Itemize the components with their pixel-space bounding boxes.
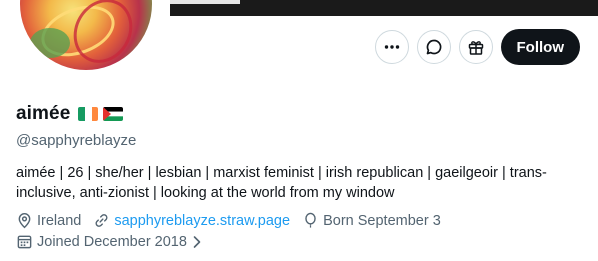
profile-bio: aimée | 26 | she/her | lesbian | marxist… [16,165,547,201]
name-row: aimée [16,103,124,125]
profile-meta-row-1: Ireland sapphyreblayze.straw.page Born S… [16,212,453,229]
balloon-icon [305,212,316,228]
website-link[interactable]: sapphyreblayze.straw.page [114,213,290,229]
ireland-flag-icon [78,107,99,121]
location-pin-icon [18,212,31,229]
more-icon [384,45,399,49]
message-icon [426,39,441,55]
avatar[interactable] [16,0,156,74]
profile-meta-row-2: Joined December 2018 [16,233,218,250]
joined-item[interactable]: Joined December 2018 [16,233,206,250]
message-button[interactable] [416,30,451,64]
calendar-icon [17,235,32,249]
chevron-right-icon [193,235,201,248]
gift-button[interactable] [458,30,493,64]
user-handle: @sapphyreblayze [16,132,137,149]
location-text: Ireland [37,212,82,229]
link-icon [95,214,108,227]
follow-button[interactable]: Follow [500,29,580,65]
joined-text: Joined December 2018 [37,233,187,250]
gift-icon [468,41,483,55]
profile-actions: Follow [374,29,580,65]
birthday-item: Born September 3 [302,212,441,229]
profile-page: Follow aimée @sapphyreblayze aimée | 26 … [0,0,598,261]
birthday-text: Born September 3 [323,212,441,229]
location-item: Ireland [16,212,81,229]
palestine-flag-icon [103,107,124,121]
more-button[interactable] [374,30,409,64]
website-item: sapphyreblayze.straw.page [93,212,290,229]
banner-image[interactable] [170,0,598,16]
display-name: aimée [16,103,71,124]
